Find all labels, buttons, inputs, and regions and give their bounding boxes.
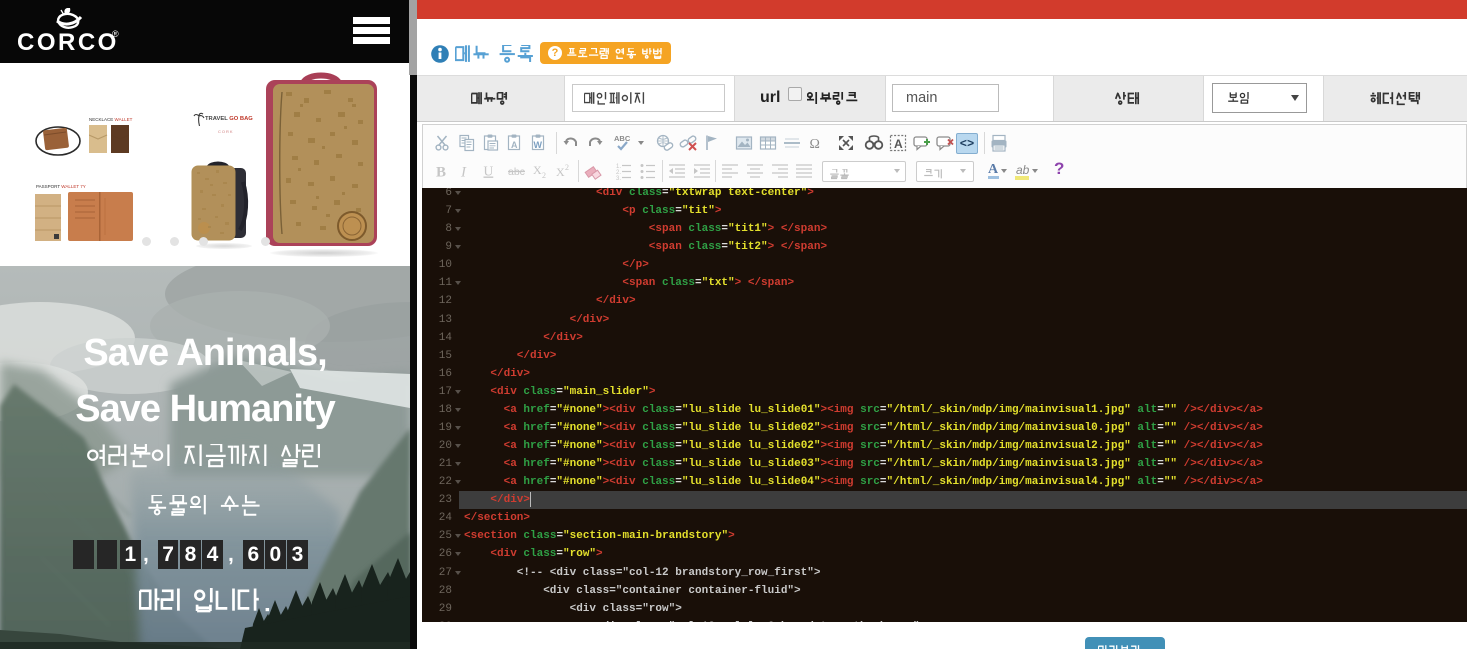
svg-text:B: B (436, 165, 446, 181)
svg-text:ABC: ABC (614, 134, 631, 143)
svg-text:U: U (484, 164, 494, 179)
svg-text:A: A (894, 137, 903, 151)
svg-text:W: W (534, 140, 543, 150)
svg-text:X: X (533, 163, 542, 177)
svg-text:A: A (511, 140, 518, 150)
svg-text:Ω: Ω (810, 137, 820, 152)
svg-text:I: I (460, 165, 467, 181)
svg-text:3.: 3. (616, 176, 621, 181)
svg-text:2: 2 (542, 171, 546, 180)
svg-text:X: X (556, 165, 565, 179)
svg-text:2: 2 (565, 163, 569, 172)
